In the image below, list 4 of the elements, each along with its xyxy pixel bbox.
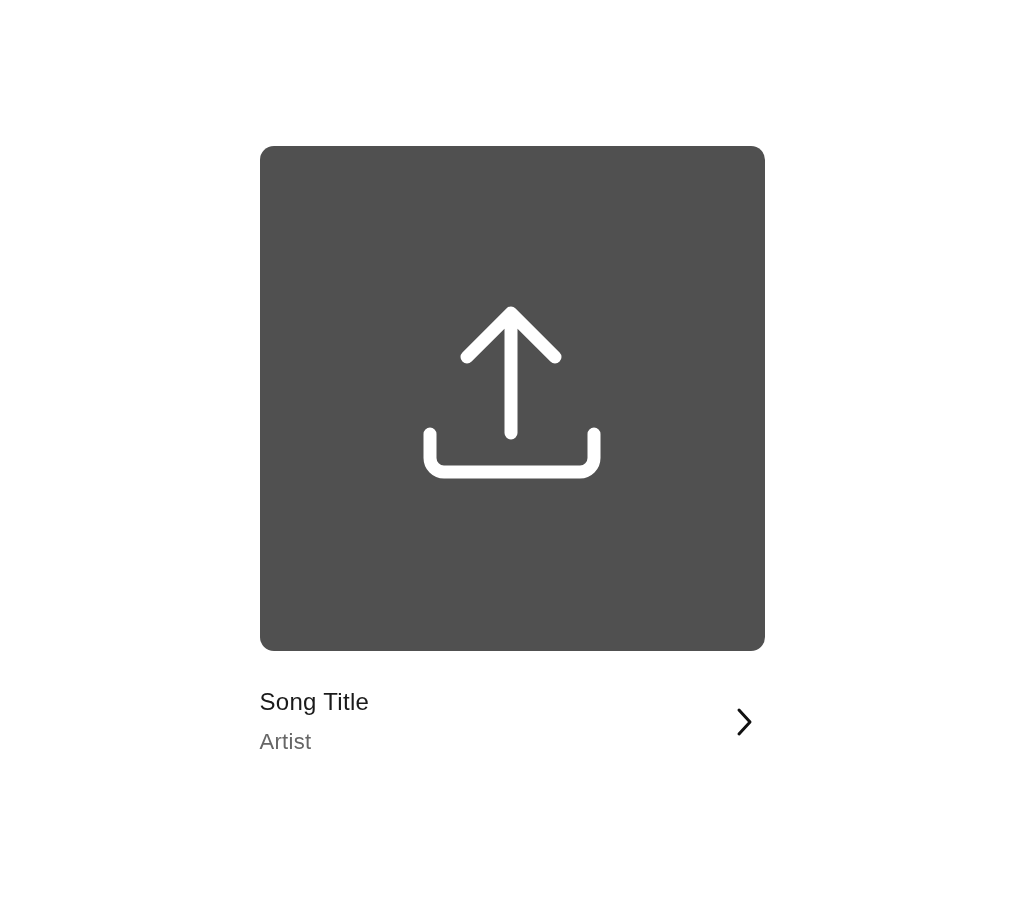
song-title: Song Title	[259, 687, 370, 717]
upload-card[interactable]	[259, 146, 765, 651]
upload-icon	[422, 305, 602, 480]
artist-name: Artist	[259, 728, 313, 756]
